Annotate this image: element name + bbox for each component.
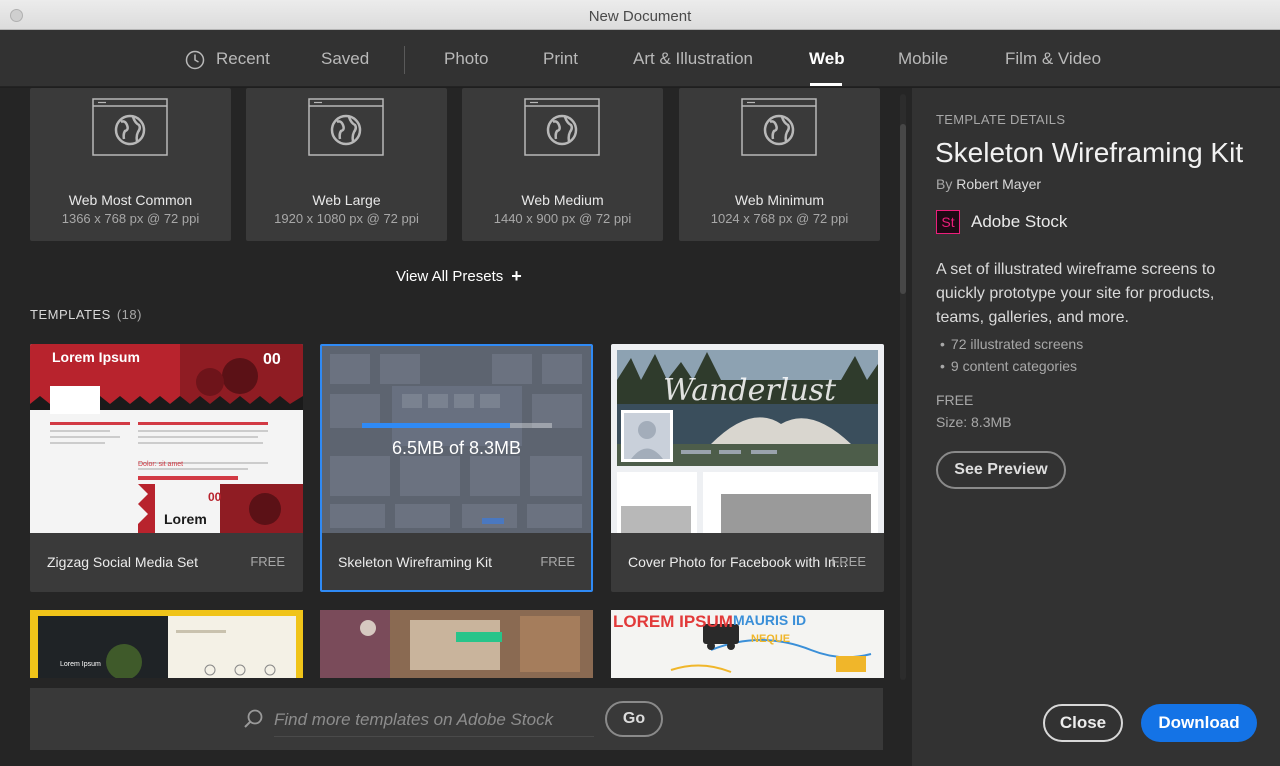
template-thumbnail: 6.5MB of 8.3MB	[322, 346, 591, 533]
thumb-mauris-text: MAURIS ID	[733, 612, 806, 628]
thumb-badge-text-2: 00	[208, 490, 222, 504]
web-document-icon	[524, 98, 600, 156]
search-icon	[244, 709, 263, 728]
preset-card-web-minimum[interactable]: Web Minimum 1024 x 768 px @ 72 ppi	[679, 88, 880, 241]
preset-card-web-most-common[interactable]: Web Most Common 1366 x 768 px @ 72 ppi	[30, 88, 231, 241]
vertical-scrollbar[interactable]	[900, 94, 906, 680]
template-price: FREE	[250, 554, 285, 569]
tab-art-illustration[interactable]: Art & Illustration	[633, 49, 753, 69]
templates-count: (18)	[116, 307, 142, 322]
thumb-lorem-text: Lorem	[164, 511, 207, 527]
template-thumbnail: Lorem Ipsum 00 Dolor: sit amet 00 Lorem	[30, 344, 303, 533]
details-title: Skeleton Wireframing Kit	[935, 137, 1244, 168]
tab-mobile[interactable]: Mobile	[898, 49, 948, 69]
source-name: Adobe Stock	[971, 212, 1068, 231]
author-prefix: By	[936, 176, 953, 192]
download-button[interactable]: Download	[1141, 704, 1257, 742]
preset-size: 1920 x 1080 px @ 72 ppi	[274, 211, 419, 226]
thumb-badge-text: 00	[263, 351, 281, 368]
thumb-neque-text: NEQUE	[751, 633, 790, 645]
thumb-title-text: Lorem Ipsum	[52, 349, 140, 365]
view-all-presets-link[interactable]: View All Presets +	[396, 266, 522, 287]
preset-card-web-medium[interactable]: Web Medium 1440 x 900 px @ 72 ppi	[462, 88, 663, 241]
adobe-stock-logo-icon: St	[936, 210, 960, 234]
presets-panel: Web Most Common 1366 x 768 px @ 72 ppi W…	[0, 88, 912, 766]
template-card-interior[interactable]	[320, 610, 593, 678]
feature-item: 72 illustrated screens	[940, 333, 1083, 355]
tab-recent[interactable]: Recent	[216, 49, 270, 69]
tab-film-video[interactable]: Film & Video	[1005, 49, 1101, 69]
view-all-presets-label: View All Presets	[396, 268, 504, 285]
download-progress-fill	[362, 423, 511, 428]
template-name: Cover Photo for Facebook with In...	[628, 554, 848, 570]
preset-size: 1440 x 900 px @ 72 ppi	[493, 211, 632, 226]
thumb-lorem-text-1: LOREM IPSUM	[613, 612, 733, 631]
feature-item: 9 content categories	[940, 355, 1083, 377]
download-progress-text: 6.5MB of 8.3MB	[391, 438, 522, 458]
templates-title: TEMPLATES	[30, 307, 111, 322]
preset-name: Web Medium	[521, 192, 604, 208]
preset-name: Web Most Common	[68, 192, 193, 208]
preset-name: Web Large	[312, 192, 381, 208]
template-name: Skeleton Wireframing Kit	[338, 554, 493, 570]
template-price: FREE	[831, 554, 866, 569]
preset-size: 1024 x 768 px @ 72 ppi	[710, 211, 849, 226]
details-size: Size: 8.3MB	[936, 414, 1012, 430]
template-card-zigzag[interactable]: Lorem Ipsum 00 Dolor: sit amet 00 Lorem …	[30, 344, 303, 592]
template-card-cover-photo-facebook[interactable]: Wanderlust Cover Photo for Facebook with…	[611, 344, 884, 592]
template-card-dark-web[interactable]: Lorem Ipsum	[30, 610, 303, 678]
author-name: Robert Mayer	[956, 176, 1042, 192]
title-bar: New Document	[0, 0, 1280, 30]
active-tab-indicator	[810, 83, 842, 86]
scrollbar-thumb[interactable]	[900, 124, 906, 294]
go-button[interactable]: Go	[605, 701, 663, 737]
zigzag-thumbnail-art: Lorem Ipsum 00 Dolor: sit amet 00 Lorem	[30, 344, 303, 533]
stock-search-input[interactable]	[274, 703, 594, 737]
stock-search-bar: Go	[30, 688, 883, 750]
preset-name: Web Minimum	[734, 192, 825, 208]
clock-icon	[185, 50, 205, 70]
tab-saved[interactable]: Saved	[321, 49, 369, 69]
download-progress-bar	[362, 423, 552, 428]
web-document-icon	[308, 98, 384, 156]
tab-separator	[404, 46, 405, 74]
preset-size: 1366 x 768 px @ 72 ppi	[61, 211, 200, 226]
web-document-icon	[741, 98, 817, 156]
template-card-lorem-ipsum-colorful[interactable]: LOREM IPSUM MAURIS ID NEQUE	[611, 610, 884, 678]
preset-card-web-large[interactable]: Web Large 1920 x 1080 px @ 72 ppi	[246, 88, 447, 241]
details-price: FREE	[936, 392, 974, 408]
template-thumbnail: Wanderlust	[611, 344, 884, 533]
thumb-lorem-text: Lorem Ipsum	[60, 661, 101, 668]
template-name: Zigzag Social Media Set	[47, 554, 198, 570]
templates-header: TEMPLATES (18)	[30, 307, 142, 322]
thumb-cover-text: Wanderlust	[663, 373, 837, 408]
tab-web[interactable]: Web	[809, 49, 845, 69]
details-section-label: TEMPLATE DETAILS	[936, 112, 1066, 127]
details-description: A set of illustrated wireframe screens t…	[936, 261, 1216, 326]
colorful-thumbnail-art: LOREM IPSUM MAURIS ID NEQUE	[611, 610, 884, 678]
details-author: By Robert Mayer	[936, 176, 1041, 192]
cover-photo-thumbnail-art: Wanderlust	[611, 344, 884, 533]
category-tab-bar: Recent Saved Photo Print Art & Illustrat…	[0, 30, 1280, 87]
template-price: FREE	[540, 554, 575, 569]
close-button[interactable]: Close	[1043, 704, 1123, 742]
window-title: New Document	[588, 8, 692, 25]
see-preview-button[interactable]: See Preview	[936, 451, 1066, 489]
template-details-panel: TEMPLATE DETAILS Skeleton Wireframing Ki…	[912, 88, 1280, 766]
plus-icon: +	[511, 266, 522, 286]
web-document-icon	[92, 98, 168, 156]
tab-photo[interactable]: Photo	[444, 49, 488, 69]
dark-web-thumbnail-art: Lorem Ipsum	[30, 610, 303, 678]
interior-thumbnail-art	[320, 610, 593, 678]
template-card-skeleton-wireframing-kit[interactable]: 6.5MB of 8.3MB Skeleton Wireframing Kit …	[320, 344, 593, 592]
details-features-list: 72 illustrated screens 9 content categor…	[940, 333, 1083, 377]
thumb-subtitle-text: Dolor: sit amet	[138, 461, 183, 468]
tab-print[interactable]: Print	[543, 49, 578, 69]
